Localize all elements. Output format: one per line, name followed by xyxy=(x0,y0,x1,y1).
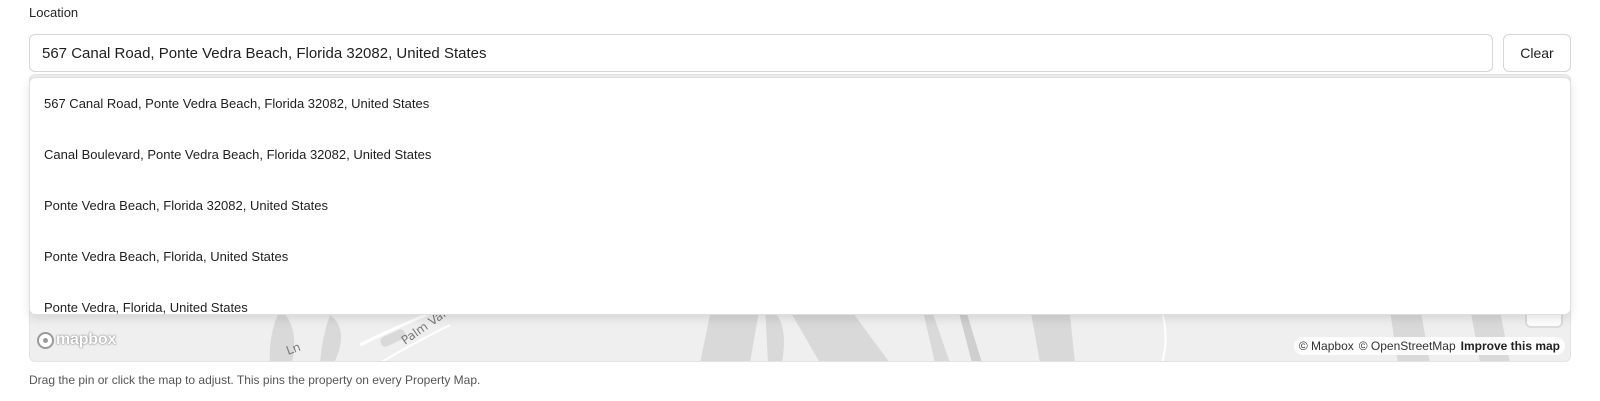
improve-map-link[interactable]: Improve this map xyxy=(1461,339,1560,353)
suggestion-item[interactable]: Ponte Vedra, Florida, United States xyxy=(30,282,1570,314)
suggestion-item[interactable]: Ponte Vedra Beach, Florida 32082, United… xyxy=(30,180,1570,231)
suggestion-item[interactable]: Canal Boulevard, Ponte Vedra Beach, Flor… xyxy=(30,129,1570,180)
helper-text: Drag the pin or click the map to adjust.… xyxy=(29,373,481,387)
mapbox-logo[interactable]: mapbox xyxy=(37,331,116,349)
attribution-osm-link[interactable]: © OpenStreetMap xyxy=(1359,339,1456,353)
mapbox-logo-text: mapbox xyxy=(56,331,117,348)
suggestion-item[interactable]: 567 Canal Road, Ponte Vedra Beach, Flori… xyxy=(30,78,1570,129)
location-picker: Location Clear Palm Valley Ln xyxy=(0,0,1600,401)
map-attribution: © Mapbox © OpenStreetMap Improve this ma… xyxy=(1293,337,1565,355)
location-input[interactable] xyxy=(29,34,1493,72)
location-input-row: Clear xyxy=(29,34,1571,74)
attribution-mapbox-link[interactable]: © Mapbox xyxy=(1299,339,1354,353)
clear-button[interactable]: Clear xyxy=(1503,34,1571,72)
suggestion-item[interactable]: Ponte Vedra Beach, Florida, United State… xyxy=(30,231,1570,282)
location-label: Location xyxy=(29,5,79,20)
suggestions-dropdown: 567 Canal Road, Ponte Vedra Beach, Flori… xyxy=(29,77,1571,315)
mapbox-logo-icon xyxy=(37,331,54,349)
